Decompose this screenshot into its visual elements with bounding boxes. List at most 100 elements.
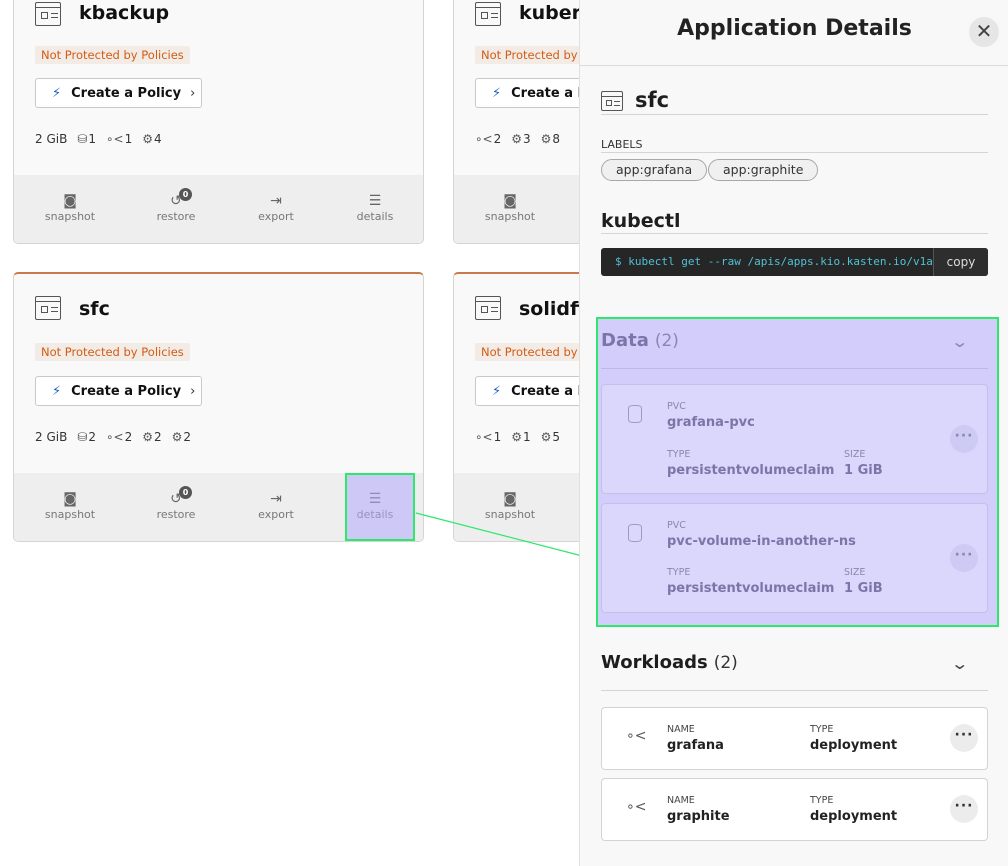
workload-tree-icon: ∘< [626, 799, 647, 815]
snapshot-icon: ◙ [63, 491, 77, 507]
create-policy-button[interactable]: ⚡ Create a Policy › [35, 376, 202, 406]
card-actions: ◙snapshot ↺0 restore ⇥export ☰details [14, 175, 423, 243]
stat-other: 8 [552, 132, 561, 146]
more-options-icon[interactable]: ··· [950, 425, 978, 453]
workloads-section-header[interactable]: Workloads (2) [601, 652, 738, 673]
stat-config: 4 [154, 132, 162, 146]
application-window-icon [601, 91, 623, 111]
label-chip: app:grafana [601, 159, 708, 181]
restore-icon: ↺ 0 [169, 188, 192, 208]
type-label: TYPE [810, 795, 834, 806]
name-label: NAME [667, 724, 695, 735]
resource-type: persistentvolumeclaim [667, 463, 835, 478]
resource-kind: PVC [667, 401, 686, 412]
application-window-icon [475, 296, 501, 320]
more-options-icon[interactable]: ··· [950, 544, 978, 572]
chevron-right-icon: › [190, 383, 196, 399]
app-stats: ∘<1 ⚙1 ⚙5 [475, 430, 560, 444]
details-label: details [356, 210, 394, 223]
lightning-bolt-icon: ⚡ [492, 85, 502, 101]
workload-card: ∘< NAME grafana TYPE deployment ··· [601, 707, 988, 770]
restore-count-badge: 0 [179, 486, 192, 499]
app-name[interactable]: kbackup [79, 2, 169, 24]
app-name[interactable]: sfc [79, 298, 110, 320]
export-button[interactable]: ⇥ export [241, 473, 311, 541]
snapshot-label: snapshot [44, 508, 96, 521]
kubectl-heading: kubectl [601, 210, 681, 232]
workload-type: deployment [810, 738, 898, 753]
chevron-down-icon[interactable]: ⌄ [950, 332, 969, 351]
divider [601, 233, 988, 234]
snapshot-button[interactable]: ◙ snapshot [475, 473, 545, 541]
gear-icon: ⚙ [540, 132, 552, 146]
database-icon: ⛁ [77, 430, 88, 444]
export-icon: ⇥ [270, 491, 282, 507]
restore-icon: ↺ 0 [169, 486, 192, 506]
database-icon [628, 405, 642, 423]
gear-icon: ⚙ [142, 430, 154, 444]
type-label: TYPE [810, 724, 834, 735]
data-section-header[interactable]: Data (2) [601, 330, 679, 351]
export-button[interactable]: ⇥ export [241, 175, 311, 243]
resource-type: persistentvolumeclaim [667, 581, 835, 596]
workload-tree-icon: ∘< [475, 430, 493, 444]
label-chip: app:graphite [708, 159, 819, 181]
workload-card: ∘< NAME graphite TYPE deployment ··· [601, 778, 988, 841]
restore-button[interactable]: ↺ 0 restore [141, 175, 211, 243]
copy-button[interactable]: copy [933, 248, 988, 276]
application-window-icon [475, 2, 501, 26]
gear-icon: ⚙ [511, 132, 522, 146]
workloads-count: (2) [713, 653, 738, 673]
snapshot-label: snapshot [484, 210, 536, 223]
application-window-icon [35, 2, 61, 26]
resource-size: 1 GiB [844, 463, 883, 478]
workload-tree-icon: ∘< [106, 430, 124, 444]
drawer-app-name: sfc [635, 88, 670, 112]
gear-icon: ⚙ [540, 430, 552, 444]
snapshot-icon: ◙ [63, 193, 77, 209]
create-policy-button[interactable]: ⚡ Create a Policy › [35, 78, 202, 108]
protection-status-badge: Not Protected by Policies [35, 343, 190, 361]
restore-label: restore [156, 508, 196, 521]
more-options-icon[interactable]: ··· [950, 795, 978, 823]
export-label: export [258, 210, 294, 223]
labels-heading: LABELS [601, 138, 643, 151]
kubectl-command-box: $ kubectl get --raw /apis/apps.kio.kaste… [601, 248, 988, 276]
chevron-down-icon[interactable]: ⌄ [950, 654, 969, 673]
type-label: TYPE [667, 449, 691, 460]
stat-config: 1 [522, 430, 531, 444]
data-item-card: PVC grafana-pvc TYPE persistentvolumecla… [601, 384, 988, 494]
data-heading: Data [601, 330, 649, 351]
resource-kind: PVC [667, 520, 686, 531]
resource-name: grafana-pvc [667, 415, 755, 430]
snapshot-label: snapshot [484, 508, 536, 521]
stat-config: 2 [154, 430, 162, 444]
restore-count-badge: 0 [179, 188, 192, 201]
stat-workloads: 1 [493, 430, 502, 444]
data-item-card: PVC pvc-volume-in-another-ns TYPE persis… [601, 503, 988, 613]
snapshot-label: snapshot [44, 210, 96, 223]
gear-icon: ⚙ [171, 430, 183, 444]
workload-name: grafana [667, 738, 724, 753]
more-options-icon[interactable]: ··· [950, 724, 978, 752]
kubectl-command[interactable]: $ kubectl get --raw /apis/apps.kio.kaste… [615, 255, 935, 268]
snapshot-button[interactable]: ◙ snapshot [475, 175, 545, 243]
snapshot-button[interactable]: ◙ snapshot [35, 473, 105, 541]
size-label: SIZE [844, 449, 866, 460]
details-button[interactable]: ☰details [340, 175, 410, 243]
stat-other: 2 [183, 430, 192, 444]
restore-button[interactable]: ↺ 0 restore [141, 473, 211, 541]
app-stats: 2 GiB ⛁2 ∘<2 ⚙2 ⚙2 [35, 430, 191, 444]
stat-other: 5 [552, 430, 561, 444]
snapshot-button[interactable]: ◙ snapshot [35, 175, 105, 243]
restore-label: restore [156, 210, 196, 223]
type-label: TYPE [667, 567, 691, 578]
app-stats: 2 GiB ⛁1 ∘<1 ⚙4 [35, 132, 162, 146]
close-button[interactable]: ✕ [969, 17, 999, 47]
details-button-highlight [345, 473, 415, 541]
protection-status-badge: Not Protected by [475, 343, 584, 361]
stat-workloads: 2 [124, 430, 133, 444]
divider [601, 152, 988, 153]
stat-volumes: 2 [88, 430, 97, 444]
list-icon: ☰ [368, 193, 382, 209]
